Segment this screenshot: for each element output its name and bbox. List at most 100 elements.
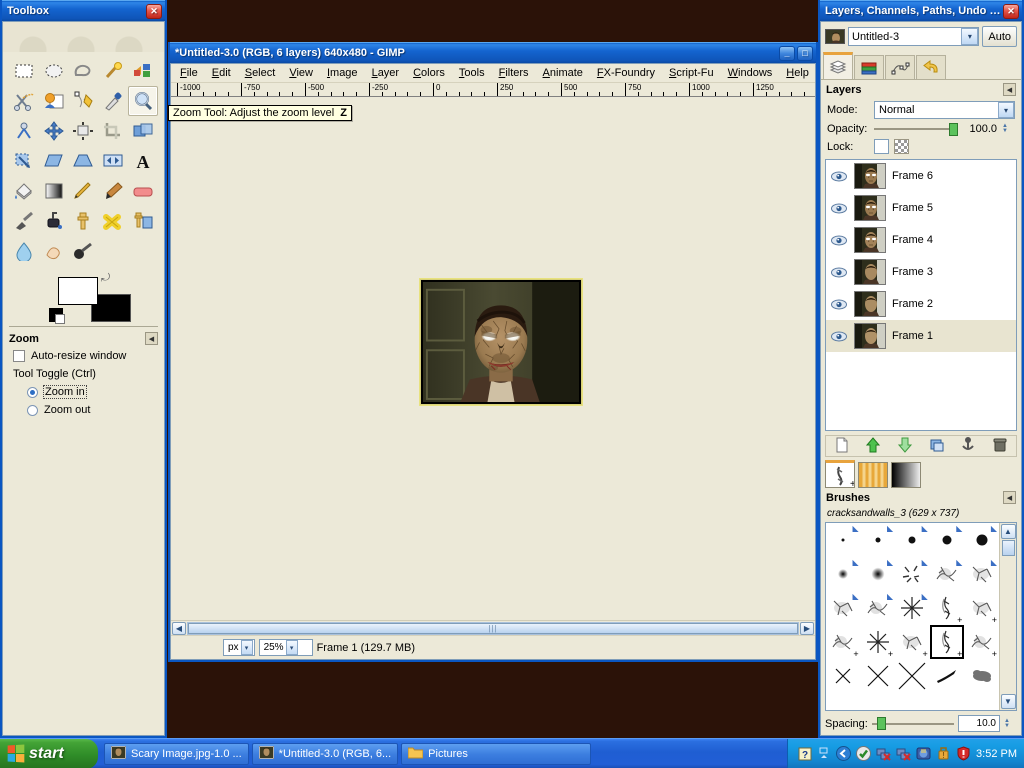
minimize-button[interactable]: _ (779, 45, 795, 61)
taskbar-item-scary-image[interactable]: Scary Image.jpg-1.0 ... (104, 742, 249, 765)
dock-close-button[interactable]: ✕ (1003, 3, 1019, 19)
image-window-titlebar[interactable]: *Untitled-3.0 (RGB, 6 layers) 640x480 - … (170, 42, 816, 63)
clone-tool[interactable] (69, 206, 99, 236)
spacing-spinner[interactable]: ▲ ▼ (1004, 718, 1017, 729)
brush-swatch[interactable]: + (929, 625, 965, 659)
brush-swatch[interactable]: ◣ (826, 591, 861, 625)
paths-tool[interactable] (69, 86, 99, 116)
bucket-fill-tool[interactable] (9, 176, 39, 206)
airbrush-tool[interactable] (9, 206, 39, 236)
brush-swatch[interactable]: ◣ (826, 557, 861, 591)
shear-tool[interactable] (39, 146, 69, 176)
brush-swatch[interactable] (826, 659, 861, 693)
rect-select-tool[interactable] (9, 56, 39, 86)
show-hidden-icons-button[interactable] (817, 746, 831, 762)
foreground-color-swatch[interactable] (58, 277, 98, 305)
color-swatches[interactable]: ⤾ (3, 272, 164, 324)
chevron-down-icon-zoom[interactable]: ▾ (285, 640, 298, 655)
layer-row[interactable]: Frame 3 (826, 256, 1016, 288)
lock-alpha-checkbox[interactable] (894, 139, 909, 154)
horizontal-scrollbar[interactable]: ◀ ||| ▶ (171, 620, 815, 635)
mode-select[interactable]: Normal ▾ (874, 101, 1015, 119)
update-icon[interactable] (916, 746, 931, 761)
swap-colors-icon[interactable]: ⤾ (101, 272, 110, 285)
menu-filters[interactable]: Filters (492, 65, 536, 81)
scissors-select-tool[interactable] (9, 86, 39, 116)
zoom-in-radio-row[interactable]: Zoom in (3, 383, 164, 401)
paintbrush-tool[interactable] (98, 176, 128, 206)
brush-swatch[interactable]: ◣ (964, 523, 999, 557)
help-icon[interactable]: ? (797, 746, 812, 761)
image-canvas-selection[interactable] (420, 279, 582, 405)
pencil-tool[interactable] (69, 176, 99, 206)
menu-tools[interactable]: Tools (452, 65, 492, 81)
opacity-knob[interactable] (949, 122, 958, 136)
auto-follow-button[interactable]: Auto (982, 26, 1017, 47)
brushes-grid[interactable]: ◣ ◣ ◣ ◣ ◣ ◣ ◣ ◣ ◣ ◣ ◣ ◣ ◣ + + + + + + + (826, 523, 999, 710)
spacing-knob[interactable] (876, 717, 886, 730)
menu-animate[interactable]: Animate (536, 65, 590, 81)
zoom-out-radio[interactable] (27, 404, 38, 416)
ink-tool[interactable] (39, 206, 69, 236)
toolbox-titlebar[interactable]: Toolbox ✕ (2, 0, 165, 21)
brush-swatch[interactable] (895, 659, 930, 693)
brush-swatch[interactable]: + (964, 591, 999, 625)
menu-edit[interactable]: Edit (205, 65, 238, 81)
menu-help[interactable]: Help (779, 65, 815, 81)
layer-visibility-icon[interactable] (830, 235, 848, 246)
zoom-combo[interactable]: 25% ▾ (258, 639, 313, 656)
menu-windows[interactable]: Windows (721, 65, 780, 81)
smudge-tool[interactable] (39, 236, 69, 266)
back-arrow-icon[interactable] (836, 746, 852, 761)
default-colors-icon-bg[interactable] (55, 314, 65, 324)
brush-swatch[interactable]: + (861, 625, 896, 659)
anchor-layer-button[interactable] (960, 436, 976, 456)
zoom-tool[interactable] (128, 86, 158, 116)
raise-layer-button[interactable] (865, 436, 881, 456)
brush-swatch[interactable]: + (895, 625, 930, 659)
usb-icon[interactable]: ! (936, 746, 951, 761)
brush-scroll-down-icon[interactable]: ▼ (1000, 694, 1016, 709)
menu-image[interactable]: Image (320, 65, 365, 81)
brush-swatch[interactable]: + (964, 625, 999, 659)
brush-swatch[interactable]: + (930, 591, 965, 625)
canvas[interactable] (171, 97, 815, 620)
opacity-spinner[interactable]: ▲ ▼ (1002, 123, 1015, 134)
layers-menu-icon[interactable]: ◀ (1003, 83, 1016, 96)
delete-layer-button[interactable] (992, 437, 1008, 456)
lock-pixels-checkbox[interactable] (874, 139, 889, 154)
layer-row[interactable]: Frame 4 (826, 224, 1016, 256)
brush-swatch[interactable] (861, 659, 896, 693)
color-picker-tool[interactable] (98, 86, 128, 116)
heal-tool[interactable] (98, 206, 128, 236)
layer-visibility-icon[interactable] (830, 299, 848, 310)
brush-scroll-thumb[interactable] (1001, 540, 1015, 556)
brushes-scrollbar[interactable]: ▲ ▼ (999, 523, 1016, 710)
alignment-tool[interactable] (69, 116, 99, 146)
tab-paths[interactable] (885, 55, 915, 79)
perspective-tool[interactable] (69, 146, 99, 176)
taskbar-item-untitled3[interactable]: *Untitled-3.0 (RGB, 6... (251, 742, 399, 765)
chevron-down-icon-image[interactable]: ▾ (961, 28, 979, 45)
chevron-down-icon-unit[interactable]: ▾ (240, 640, 253, 655)
menu-script-fu[interactable]: Script-Fu (662, 65, 721, 81)
brush-scroll-up-icon[interactable]: ▲ (1000, 524, 1016, 539)
chevron-down-icon-mode[interactable]: ▾ (998, 102, 1014, 118)
flip-tool[interactable] (98, 146, 128, 176)
tab-brushes[interactable]: + (825, 460, 855, 488)
menu-layer[interactable]: Layer (365, 65, 407, 81)
menu-fx-foundry[interactable]: FX-Foundry (590, 65, 662, 81)
layers-list[interactable]: Frame 6 Frame 5 Frame 4 Frame 3 Frame 2 Frame… (825, 159, 1017, 431)
move-tool[interactable] (39, 116, 69, 146)
select-by-color-tool[interactable] (128, 56, 158, 86)
taskbar-item-pictures[interactable]: Pictures (401, 742, 592, 765)
blend-tool[interactable] (39, 176, 69, 206)
brush-swatch[interactable]: ◣ (964, 557, 999, 591)
hscroll-track[interactable]: ||| (187, 621, 799, 635)
layer-row[interactable]: Frame 2 (826, 288, 1016, 320)
layer-row[interactable]: Frame 5 (826, 192, 1016, 224)
fuzzy-select-tool[interactable] (98, 56, 128, 86)
eraser-tool[interactable] (128, 176, 158, 206)
network-disconnected-icon-2[interactable] (896, 746, 911, 761)
brush-swatch[interactable]: ◣ (861, 557, 896, 591)
